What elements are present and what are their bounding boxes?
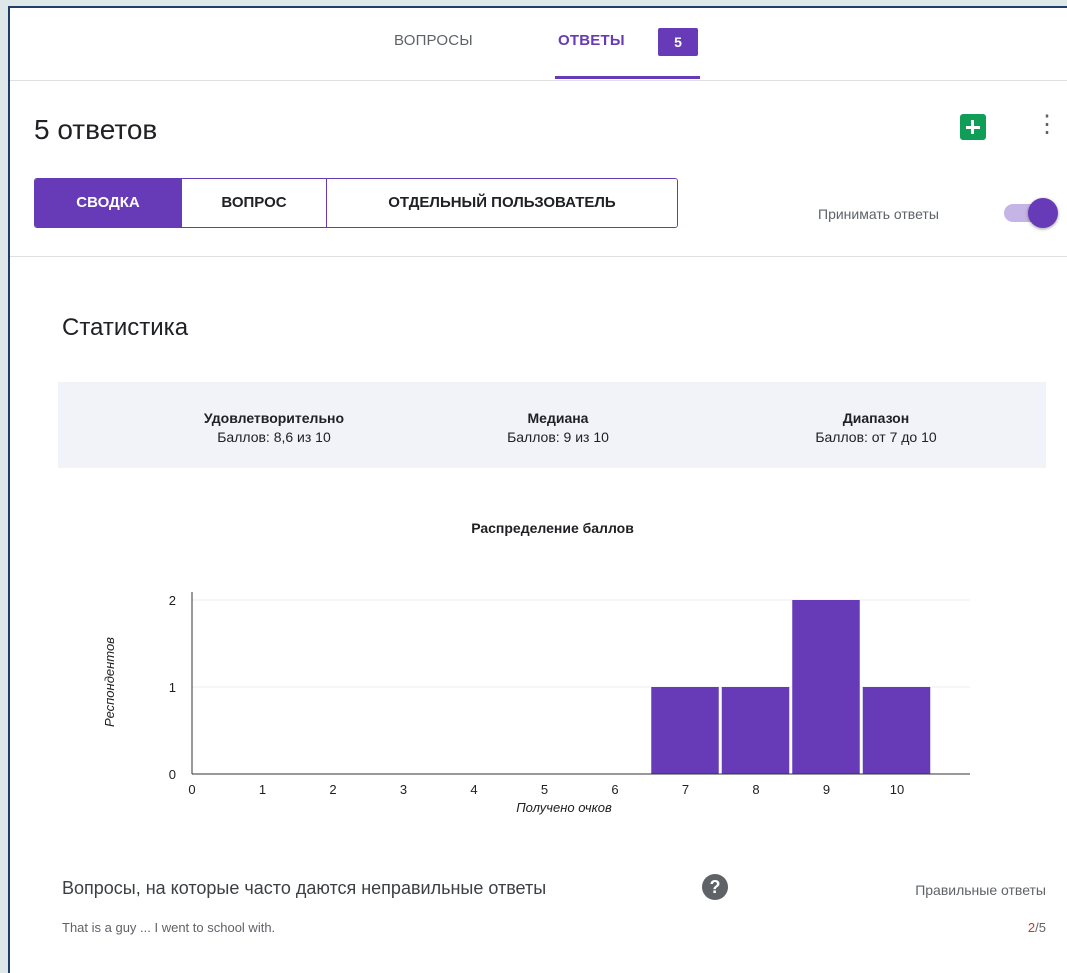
bar-7 — [651, 687, 719, 774]
tab-questions[interactable]: ВОПРОСЫ — [394, 32, 473, 49]
top-tabs: ВОПРОСЫ ОТВЕТЫ 5 — [10, 8, 1067, 81]
segment-summary[interactable]: СВОДКА — [35, 179, 182, 227]
x-tick-label: 10 — [890, 782, 904, 797]
bar-10 — [862, 687, 931, 774]
responses-panel: ВОПРОСЫ ОТВЕТЫ 5 5 ответов ⋮ СВОДКА ВОПР… — [8, 6, 1067, 973]
score-distribution-chart: 0 1 2 0 1 2 3 4 5 6 7 8 9 10 Получено очков Респонденто… — [102, 592, 970, 815]
correct-answers-label: Правильные ответы — [915, 882, 1046, 898]
y-tick-label: 0 — [169, 767, 176, 782]
x-tick-label: 0 — [188, 782, 195, 797]
active-tab-indicator — [555, 76, 700, 79]
x-tick-label: 5 — [541, 782, 548, 797]
help-icon[interactable]: ? — [702, 874, 728, 900]
stat-range: Диапазон Баллов: от 7 до 10 — [746, 410, 1006, 445]
divider — [10, 256, 1067, 257]
chart-title: Распределение баллов — [471, 520, 634, 536]
toggle-thumb[interactable] — [1028, 198, 1058, 228]
y-tick-label: 2 — [169, 593, 176, 608]
segment-individual[interactable]: ОТДЕЛЬНЫЙ ПОЛЬЗОВАТЕЛЬ — [327, 179, 677, 227]
missed-question-score: 2/5 — [990, 920, 1046, 935]
stats-title: Статистика — [62, 314, 189, 341]
segment-question[interactable]: ВОПРОС — [182, 179, 327, 227]
stat-value: Баллов: 8,6 из 10 — [217, 429, 331, 445]
bar-8 — [721, 687, 790, 774]
stat-value: Баллов: 9 из 10 — [507, 429, 609, 445]
stat-average: Удовлетворительно Баллов: 8,6 из 10 — [144, 410, 404, 445]
x-tick-label: 2 — [329, 782, 336, 797]
stat-label: Удовлетворительно — [203, 410, 345, 426]
x-tick-label: 9 — [823, 782, 830, 797]
stat-label: Диапазон — [842, 410, 910, 426]
sheets-icon[interactable] — [960, 114, 986, 140]
missed-question-text[interactable]: That is a guy ... I went to school with. — [62, 920, 275, 935]
x-tick-label: 8 — [752, 782, 759, 797]
y-tick-label: 1 — [169, 680, 176, 695]
responses-count-badge: 5 — [658, 28, 698, 56]
x-tick-label: 6 — [611, 782, 618, 797]
page-title: 5 ответов — [34, 114, 158, 145]
view-segments: СВОДКА ВОПРОС ОТДЕЛЬНЫЙ ПОЛЬЗОВАТЕЛЬ — [34, 178, 678, 228]
x-tick-label: 3 — [400, 782, 407, 797]
bar-9 — [792, 600, 860, 774]
x-tick-label: 7 — [682, 782, 689, 797]
stat-median: Медиана Баллов: 9 из 10 — [428, 410, 688, 445]
stats-summary: Удовлетворительно Баллов: 8,6 из 10 Меди… — [58, 382, 1046, 468]
x-tick-label: 1 — [259, 782, 266, 797]
more-vert-icon[interactable]: ⋮ — [1035, 113, 1059, 140]
accept-responses-label: Принимать ответы — [818, 206, 939, 222]
y-axis-label: Респондентов — [102, 637, 117, 727]
x-tick-label: 4 — [470, 782, 477, 797]
stat-label: Медиана — [527, 410, 589, 426]
tab-answers[interactable]: ОТВЕТЫ — [558, 32, 625, 49]
x-axis-label: Получено очков — [516, 800, 612, 815]
stat-value: Баллов: от 7 до 10 — [815, 429, 937, 445]
frequently-missed-title: Вопросы, на которые часто даются неправи… — [62, 878, 547, 898]
total-count: /5 — [1035, 920, 1046, 935]
